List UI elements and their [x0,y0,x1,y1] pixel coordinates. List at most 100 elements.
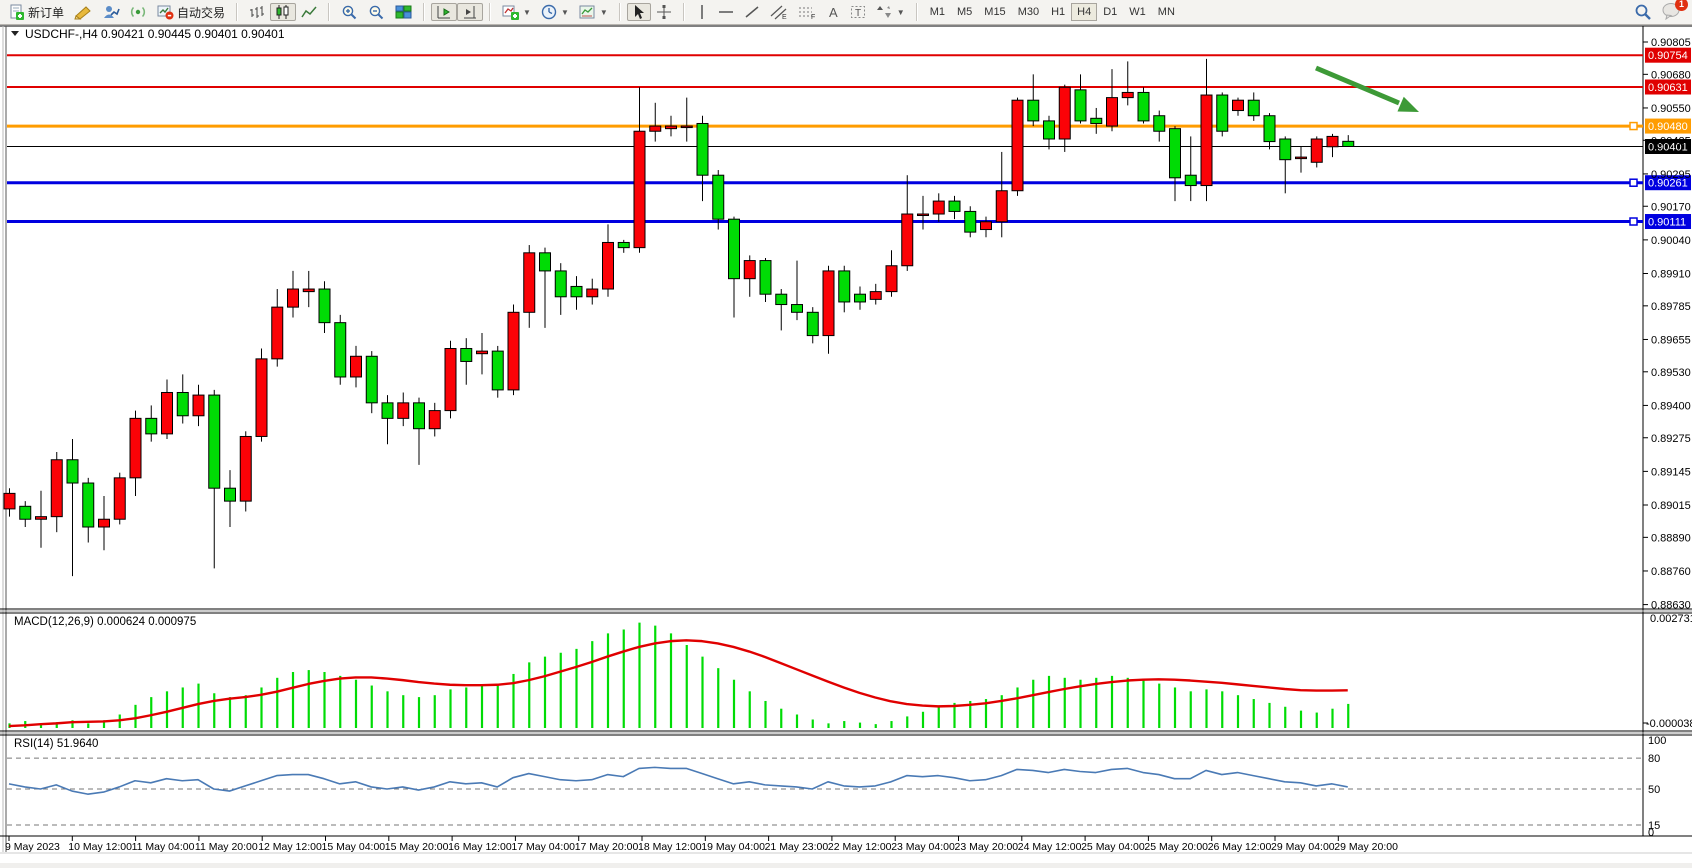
price-tick-label: 0.89145 [1651,466,1691,478]
candle-body [1107,98,1118,126]
candle-body [729,219,740,278]
horizontal-line-tool[interactable] [713,3,739,21]
price-tick-label: 0.88760 [1651,566,1691,578]
candle-body [193,395,204,416]
text-tool[interactable]: A [821,3,845,21]
chart-shift-icon [462,4,478,20]
chart-shift-button[interactable] [457,3,483,21]
time-tick-label: 17 May 04:00 [511,841,575,853]
market-button[interactable] [125,3,152,21]
candle-body [1028,100,1039,121]
candle-body [382,403,393,419]
trendline-tool[interactable] [739,3,765,21]
time-tick-label: 29 May 20:00 [1334,841,1398,853]
line-handle[interactable] [1630,179,1637,186]
candle-body [1248,100,1259,116]
timeframe-m30[interactable]: M30 [1012,3,1045,21]
autotrading-label: 自动交易 [177,4,225,21]
vertical-line-tool[interactable] [691,3,713,21]
arrows-tool[interactable]: ▼ [871,3,910,21]
candle-body [366,356,377,403]
time-tick-label: 23 May 04:00 [891,841,955,853]
chart-background [0,25,1692,863]
signals-button[interactable] [97,3,125,21]
arrows-dropdown-arrow[interactable]: ▼ [897,8,905,17]
indicators-dropdown-arrow[interactable]: ▼ [523,8,531,17]
notification-badge: 1 [1675,0,1688,11]
candle-body [1122,92,1133,97]
time-tick-label: 9 May 2023 [5,841,60,853]
line-handle[interactable] [1630,218,1637,225]
periods-dropdown-arrow[interactable]: ▼ [561,8,569,17]
timeframe-d1[interactable]: D1 [1097,3,1123,21]
channel-icon: E [770,4,788,20]
crosshair-button[interactable] [651,3,677,21]
price-tick-label: 0.90040 [1651,235,1691,247]
search-icon[interactable] [1634,3,1652,21]
candle-body [918,214,929,216]
timeframe-m1[interactable]: M1 [924,3,951,21]
line-handle[interactable] [1630,123,1637,130]
time-tick-label: 21 May 23:00 [765,841,829,853]
macd-axis-min: -0.000038 [1646,718,1692,730]
zoom-out-button[interactable] [363,3,390,21]
rsi-label: RSI(14) 51.9640 [14,738,98,750]
time-tick-label: 11 May 20:00 [195,841,258,853]
cursor-icon [632,4,646,20]
timeframe-h1[interactable]: H1 [1045,3,1071,21]
time-tick-label: 15 May 20:00 [385,841,449,853]
text-label-tool[interactable]: T [845,3,871,21]
candle-body [855,294,866,302]
candle-body [618,242,629,247]
candle-body [461,349,472,362]
fibonacci-tool[interactable]: F [793,3,821,21]
price-tick-label: 0.88630 [1651,600,1691,612]
time-tick-label: 25 May 20:00 [1144,841,1208,853]
crayon-button[interactable] [69,3,97,21]
auto-scroll-icon [436,4,452,20]
autotrading-button[interactable]: 自动交易 [152,3,230,21]
candle-body [209,395,220,488]
zoom-in-button[interactable] [336,3,363,21]
notifications-button[interactable]: 1 [1662,2,1682,23]
candle-body [1201,95,1212,186]
candle-body [99,519,110,527]
templates-button[interactable]: ▼ [574,3,613,21]
auto-scroll-button[interactable] [431,3,457,21]
price-tick-label: 0.90170 [1651,201,1691,213]
timeframe-w1[interactable]: W1 [1123,3,1152,21]
price-tick-label: 0.89655 [1651,334,1691,346]
signals-icon [102,4,120,20]
bar-chart-button[interactable] [244,3,270,21]
candle-body [776,294,787,304]
candle-body [933,201,944,214]
candle-body [1343,141,1354,146]
cursor-button[interactable] [627,3,651,21]
time-tick-label: 17 May 20:00 [575,841,639,853]
chart-canvas[interactable]: USDCHF-,H4 0.90421 0.90445 0.90401 0.904… [0,25,1692,863]
candlestick-chart-button[interactable] [270,3,296,21]
timeframe-m5[interactable]: M5 [951,3,978,21]
candle-body [524,253,535,312]
new-order-button[interactable]: 新订单 [3,3,69,21]
templates-dropdown-arrow[interactable]: ▼ [600,8,608,17]
timeframe-m15[interactable]: M15 [978,3,1011,21]
price-tick-label: 0.89015 [1651,500,1691,512]
equidistant-channel-tool[interactable]: E [765,3,793,21]
timeframe-h4[interactable]: H4 [1071,3,1097,21]
line-chart-icon [301,4,317,20]
timeframe-mn[interactable]: MN [1152,3,1181,21]
price-tick-label: 0.90425 [1651,135,1691,147]
candle-body [540,253,551,271]
macd-axis-max: 0.002731 [1650,613,1692,625]
timeframe-group: M1M5M15M30H1H4D1W1MN [921,0,1184,24]
clock-icon [541,4,557,20]
indicators-button[interactable]: ▼ [497,3,536,21]
periods-button[interactable]: ▼ [536,3,574,21]
candle-body [177,392,188,415]
zoom-out-icon [368,4,385,20]
candle-body [303,289,314,292]
tile-windows-button[interactable] [390,3,417,21]
line-chart-button[interactable] [296,3,322,21]
price-tick-label: 0.89275 [1651,433,1691,445]
